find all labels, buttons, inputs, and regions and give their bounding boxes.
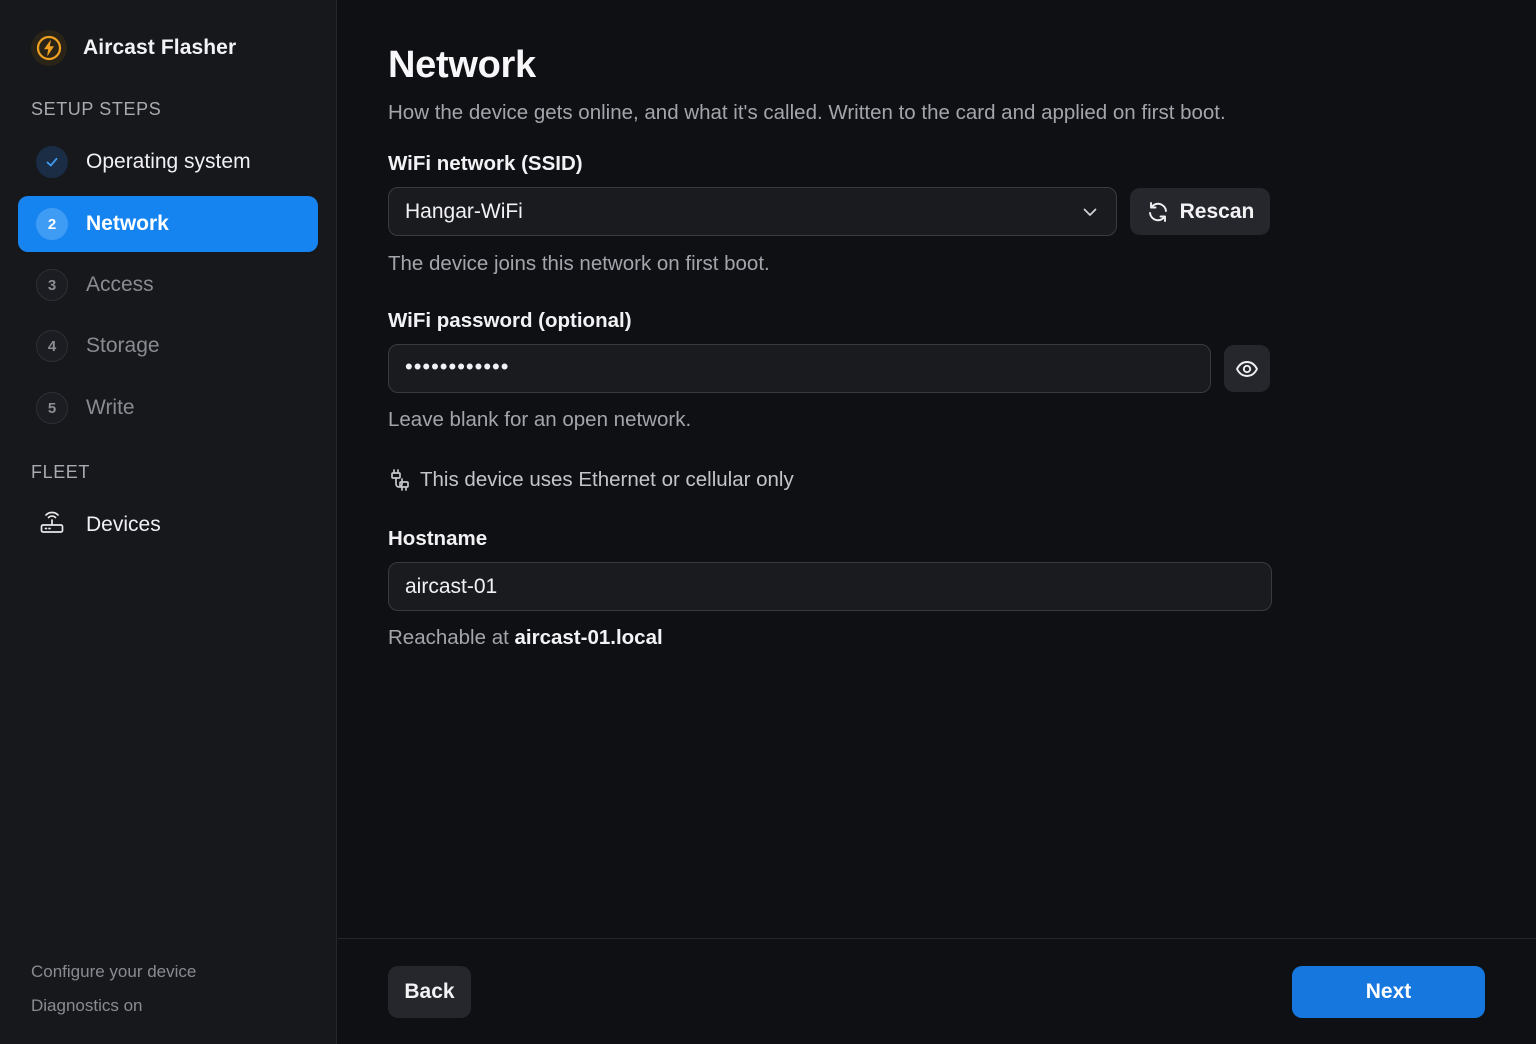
step-number: 3 (36, 269, 68, 301)
rescan-label: Rescan (1179, 199, 1255, 223)
password-value: •••••••••••• (405, 353, 510, 379)
step-operating-system[interactable]: Operating system (18, 134, 318, 190)
page-subtitle: How the device gets online, and what it'… (388, 101, 1226, 124)
ssid-value: Hangar-WiFi (405, 199, 523, 223)
step-network[interactable]: 2 Network (18, 196, 318, 252)
chevron-down-icon (1080, 202, 1100, 228)
ssid-select[interactable]: Hangar-WiFi (388, 187, 1117, 236)
step-label: Storage (86, 334, 160, 357)
hostname-help-prefix: Reachable at (388, 626, 509, 649)
app-title: Aircast Flasher (83, 36, 237, 59)
refresh-icon (1146, 200, 1170, 224)
cable-icon (388, 468, 412, 492)
hostname-help: Reachable at aircast-01.local (388, 626, 663, 650)
sidebar-item-devices[interactable]: Devices (18, 497, 318, 553)
brand: Aircast Flasher (31, 30, 236, 66)
password-input[interactable]: •••••••••••• (388, 344, 1211, 393)
sidebar: Aircast Flasher SETUP STEPS Operating sy… (0, 0, 337, 1044)
step-storage[interactable]: 4 Storage (18, 318, 318, 374)
eye-icon (1235, 357, 1259, 381)
sidebar-footer-line1: Configure your device (31, 962, 197, 981)
ethernet-only-toggle[interactable]: This device uses Ethernet or cellular on… (388, 468, 794, 492)
hostname-local-address: aircast-01.local (514, 626, 663, 649)
step-access[interactable]: 3 Access (18, 257, 318, 313)
show-password-button[interactable] (1224, 345, 1270, 392)
step-label: Operating system (86, 150, 251, 173)
router-icon (38, 509, 66, 542)
ethernet-only-label: This device uses Ethernet or cellular on… (420, 468, 794, 491)
password-help: Leave blank for an open network. (388, 408, 692, 431)
step-number: 2 (36, 208, 68, 240)
page-title: Network (388, 44, 536, 86)
hostname-label: Hostname (388, 527, 488, 550)
sidebar-footer-line2: Diagnostics on (31, 996, 143, 1015)
step-label: Network (86, 212, 169, 235)
lightning-logo-icon (31, 30, 67, 66)
sidebar-item-label: Devices (86, 513, 161, 536)
hostname-value: aircast-01 (405, 574, 498, 598)
step-label: Access (86, 273, 154, 296)
ssid-label: WiFi network (SSID) (388, 152, 583, 175)
setup-steps-heading: SETUP STEPS (31, 99, 162, 119)
fleet-heading: FLEET (31, 462, 91, 482)
ssid-help: The device joins this network on first b… (388, 252, 770, 275)
wizard-footer: Back Next (338, 938, 1536, 1044)
check-icon (36, 146, 68, 178)
step-number: 4 (36, 330, 68, 362)
rescan-button[interactable]: Rescan (1130, 188, 1270, 235)
next-button[interactable]: Next (1292, 966, 1485, 1018)
hostname-input[interactable]: aircast-01 (388, 562, 1272, 611)
step-write[interactable]: 5 Write (18, 380, 318, 436)
password-label: WiFi password (optional) (388, 309, 632, 332)
step-number: 5 (36, 392, 68, 424)
step-label: Write (86, 396, 135, 419)
back-button[interactable]: Back (388, 966, 471, 1018)
main-content: Network How the device gets online, and … (338, 0, 1536, 938)
